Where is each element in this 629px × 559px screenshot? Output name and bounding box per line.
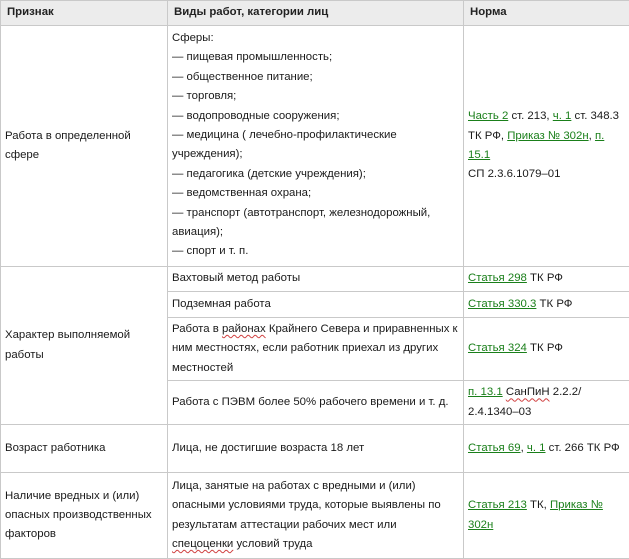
cell-sign: Характер выполняемой работы — [1, 267, 168, 425]
cell-norm: Статья 213 ТК, Приказ № 302н — [464, 473, 629, 559]
cell-work: Лица, не достигшие возраста 18 лет — [168, 425, 464, 473]
cell-work: Работа с ПЭВМ более 50% рабочего времени… — [168, 381, 464, 425]
work-text: условий труда — [233, 538, 312, 550]
link-part-1[interactable]: ч. 1 — [553, 110, 572, 122]
cell-work: Работа в районах Крайнего Севера и прира… — [168, 318, 464, 381]
list-item: — транспорт (автотранспорт, железнодорож… — [172, 204, 458, 243]
table-row: Наличие вредных и (или) опасных производ… — [1, 473, 629, 559]
link-part-2[interactable]: Часть 2 — [468, 110, 508, 122]
work-text: Работа в — [172, 323, 222, 335]
norm-text: СП 2.3.6.1079–01 — [468, 168, 560, 180]
link-article-324[interactable]: Статья 324 — [468, 342, 527, 354]
link-article-298[interactable]: Статья 298 — [468, 272, 527, 284]
table-row: Работа в определенной сфере Сферы: — пищ… — [1, 26, 629, 267]
list-item: — ведомственная охрана; — [172, 184, 458, 203]
list-item: — торговля; — [172, 87, 458, 106]
link-clause-13-1[interactable]: п. 13.1 — [468, 386, 503, 398]
cell-norm: Статья 69, ч. 1 ст. 266 ТК РФ — [464, 425, 629, 473]
link-article-213[interactable]: Статья 213 — [468, 499, 527, 511]
norm-text: СанПиН — [506, 386, 550, 398]
header-norm: Норма — [464, 1, 629, 26]
cell-work: Подземная работа — [168, 292, 464, 318]
cell-sign: Наличие вредных и (или) опасных производ… — [1, 473, 168, 559]
cell-sign: Возраст работника — [1, 425, 168, 473]
work-text: спецоценки — [172, 538, 233, 550]
cell-sign: Работа в определенной сфере — [1, 26, 168, 267]
table-row: Характер выполняемой работы Вахтовый мет… — [1, 267, 629, 292]
cell-work: Вахтовый метод работы — [168, 267, 464, 292]
norm-text: ТК, — [527, 499, 550, 511]
work-text: Лица, занятые на работах с вредными и (и… — [172, 480, 441, 531]
cell-norm: п. 13.1 СанПиН 2.2.2/ 2.4.1340–03 — [464, 381, 629, 425]
list-item: — педагогика (детские учреждения); — [172, 165, 458, 184]
work-text: районах — [222, 323, 266, 335]
cell-work: Лица, занятые на работах с вредными и (и… — [168, 473, 464, 559]
header-sign: Признак — [1, 1, 168, 26]
list-item: — пищевая промышленность; — [172, 48, 458, 67]
norm-text: ТК РФ — [536, 298, 572, 310]
link-article-330-3[interactable]: Статья 330.3 — [468, 298, 536, 310]
cell-norm: Часть 2 ст. 213, ч. 1 ст. 348.3 ТК РФ, П… — [464, 26, 629, 267]
list-item: — спорт и т. п. — [172, 242, 458, 261]
list-item: — водопроводные сооружения; — [172, 107, 458, 126]
list-item: Сферы: — [172, 29, 458, 48]
cell-work: Сферы: — пищевая промышленность; — общес… — [168, 26, 464, 267]
table-row: Возраст работника Лица, не достигшие воз… — [1, 425, 629, 473]
link-order-302n[interactable]: Приказ № 302н — [507, 130, 588, 142]
cell-norm: Статья 324 ТК РФ — [464, 318, 629, 381]
norm-text: ст. 266 ТК РФ — [546, 442, 620, 454]
list-item: — общественное питание; — [172, 68, 458, 87]
cell-norm: Статья 298 ТК РФ — [464, 267, 629, 292]
link-article-69[interactable]: Статья 69 — [468, 442, 521, 454]
header-work-types: Виды работ, категории лиц — [168, 1, 464, 26]
list-item: — медицина ( лечебно-профилактические уч… — [172, 126, 458, 165]
norms-table: Признак Виды работ, категории лиц Норма … — [0, 0, 629, 559]
norm-text: ТК РФ — [527, 272, 563, 284]
table-header-row: Признак Виды работ, категории лиц Норма — [1, 1, 629, 26]
link-part-1[interactable]: ч. 1 — [527, 442, 546, 454]
norm-text: ТК РФ — [527, 342, 563, 354]
norm-text: ст. 213, — [508, 110, 552, 122]
cell-norm: Статья 330.3 ТК РФ — [464, 292, 629, 318]
